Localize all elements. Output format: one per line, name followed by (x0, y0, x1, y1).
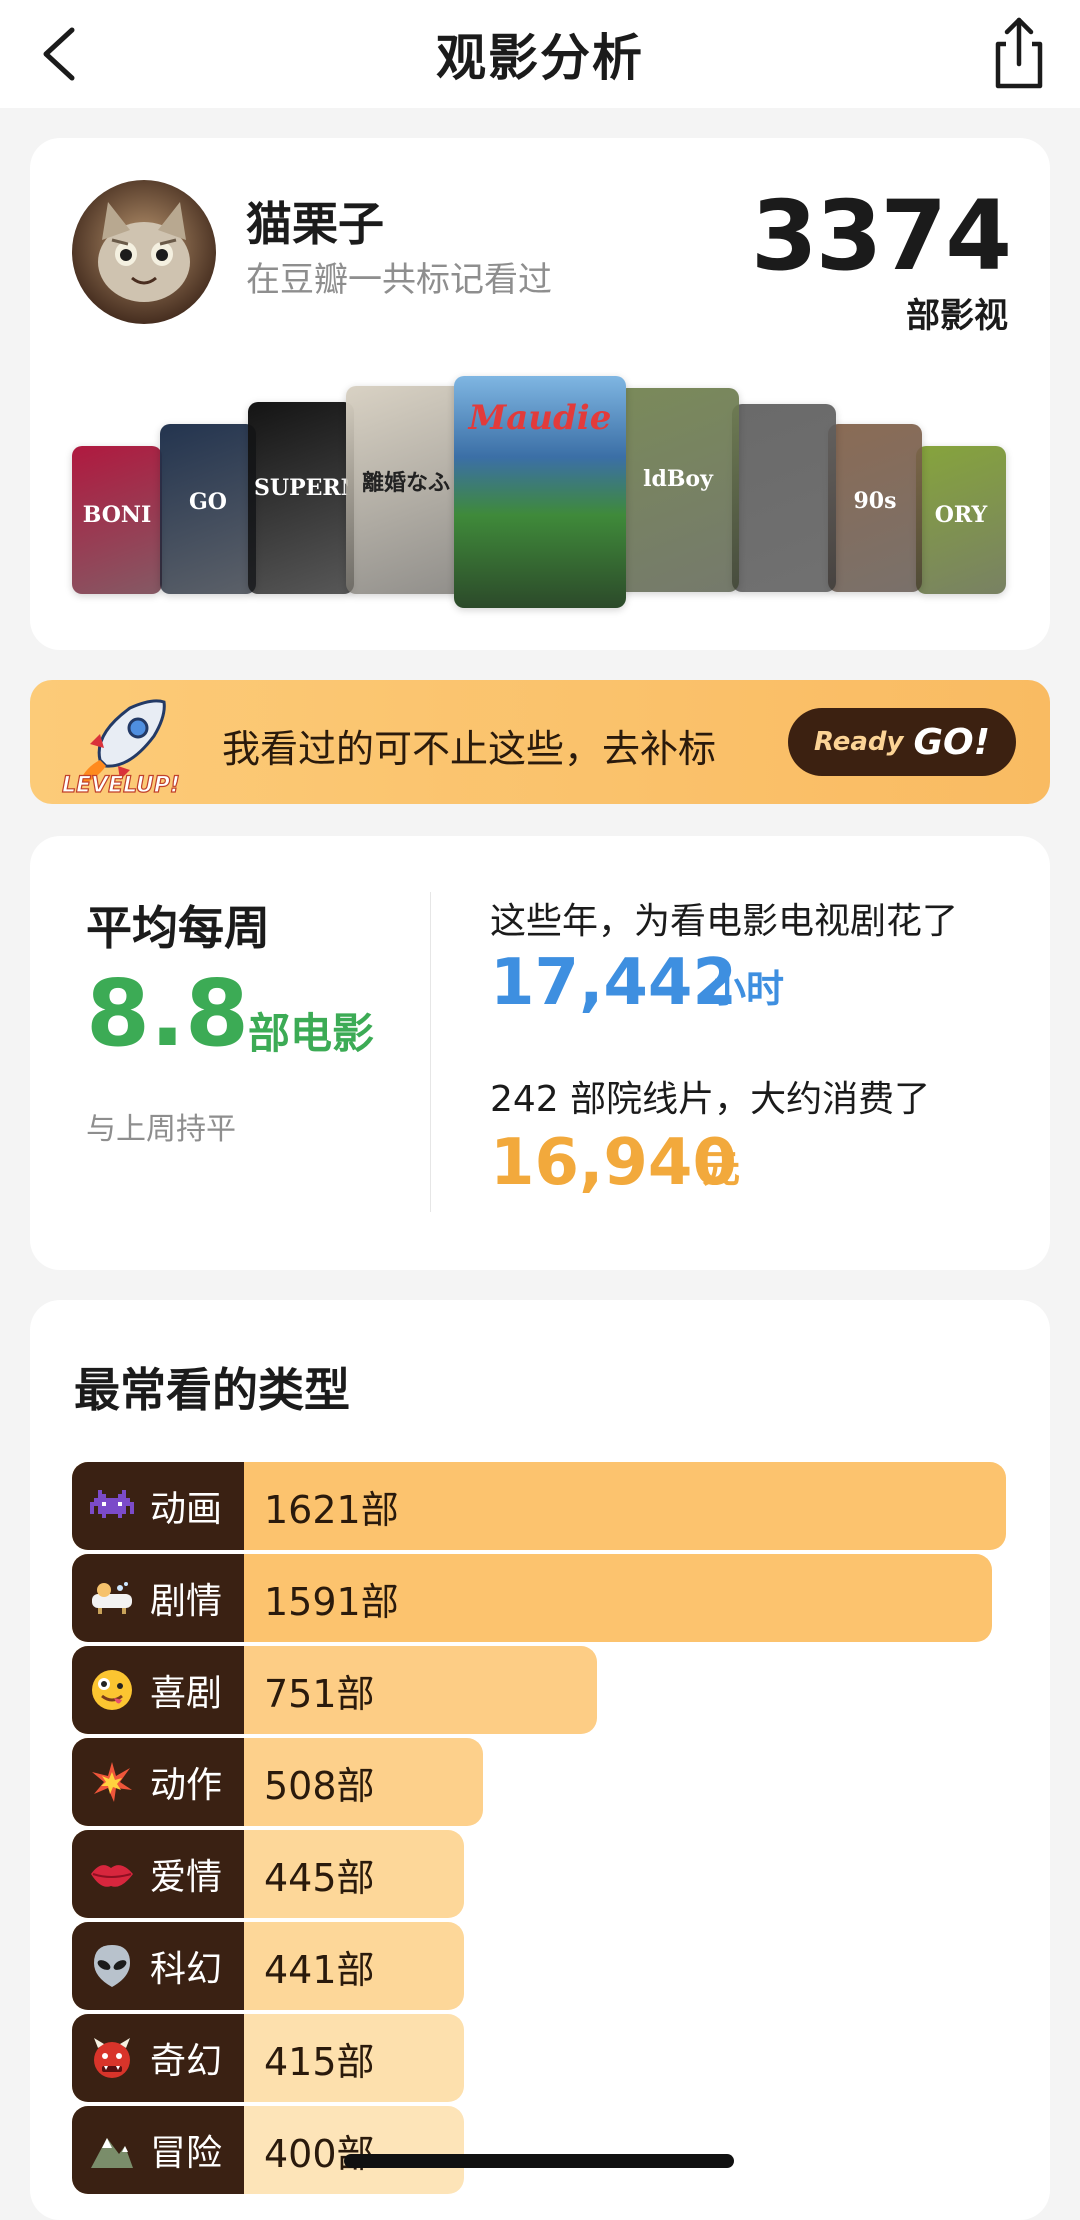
genre-count: 400部 (264, 2131, 375, 2176)
genre-bar[interactable]: 奇幻 415部 (72, 2014, 464, 2102)
poster-9[interactable]: ORY (916, 446, 1006, 594)
mountain-icon (82, 2130, 142, 2170)
rocket-icon: LEVELUP! (60, 694, 190, 799)
poster-7[interactable] (732, 404, 836, 592)
alien-icon (82, 1943, 142, 1989)
genre-bar[interactable]: 爱情 445部 (72, 1830, 464, 1918)
total-watched-unit: 部影视 (906, 296, 1008, 336)
genre-count: 441部 (264, 1947, 375, 1992)
weekly-unit: 部电影 (248, 1009, 375, 1058)
avatar[interactable] (72, 180, 216, 324)
genre-name: 喜剧 (150, 1673, 223, 1714)
genre-bar[interactable]: 剧情 1591部 (72, 1554, 992, 1642)
genre-label: 科幻 (72, 1922, 244, 2010)
genres-card: 最常看的类型 动画 1621部剧情 1591部喜剧 751部动作 508部爱情 445部科… (30, 1300, 1050, 2220)
money-unit: 元 (702, 1147, 741, 1191)
genre-count: 508部 (264, 1763, 375, 1808)
poster-title: ORY (934, 502, 988, 529)
share-icon[interactable] (984, 8, 1054, 96)
space-invader-icon (82, 1489, 142, 1523)
poster-3[interactable]: SUPERNAT (248, 402, 354, 594)
poster-stack[interactable]: BONI GO SUPERNAT 離婚なふ Maudie ldBoy 90s ORY (72, 376, 1008, 616)
poster-title: SUPERNAT (254, 474, 348, 501)
button-ready-label: Ready (813, 727, 904, 757)
genre-count: 1591部 (264, 1579, 399, 1624)
genre-label: 动画 (72, 1462, 244, 1550)
poster-title: Maudie (468, 398, 612, 438)
profile-subtitle: 在豆瓣一共标记看过 (246, 260, 552, 300)
poster-1[interactable]: BONI (72, 446, 162, 594)
genre-label: 动作 (72, 1738, 244, 1826)
weekly-compare: 与上周持平 (86, 1112, 236, 1147)
zany-face-icon (82, 1668, 142, 1712)
nav-bar: 观影分析 (0, 0, 1080, 108)
weekly-label: 平均每周 (86, 901, 270, 955)
money-value: 16,940 (490, 1126, 737, 1200)
genre-name: 剧情 (150, 1581, 223, 1622)
genre-name: 爱情 (150, 1857, 223, 1898)
hours-unit: 小时 (708, 967, 785, 1011)
genre-label: 喜剧 (72, 1646, 244, 1734)
banner-text: 我看过的可不止这些，去补标 (222, 727, 717, 771)
genre-label: 冒险 (72, 2106, 244, 2194)
poster-4[interactable]: 離婚なふ (346, 386, 466, 594)
total-watched-count: 3374 (750, 180, 1012, 292)
genre-count: 445部 (264, 1855, 375, 1900)
profile-card: 猫栗子 在豆瓣一共标记看过 3374 部影视 BONI GO SUPERNAT 離婚な… (30, 138, 1050, 650)
poster-8[interactable]: 90s (828, 424, 922, 592)
genre-bar[interactable]: 动作 508部 (72, 1738, 483, 1826)
home-indicator[interactable] (344, 2154, 734, 2168)
genre-bar[interactable]: 喜剧 751部 (72, 1646, 598, 1734)
divider (430, 892, 431, 1212)
genre-name: 奇幻 (150, 2041, 223, 2082)
poster-title: 離婚なふ (361, 470, 450, 497)
levelup-banner[interactable]: LEVELUP! 我看过的可不止这些，去补标 Ready GO! (30, 680, 1050, 804)
weekly-value: 8.8 (86, 960, 249, 1067)
genre-bar[interactable]: 冒险 400部 (72, 2106, 464, 2194)
genre-label: 爱情 (72, 1830, 244, 1918)
poster-5[interactable]: Maudie (454, 376, 626, 608)
explosion-icon (82, 1760, 142, 1804)
poster-6[interactable]: ldBoy (617, 388, 739, 592)
cinema-label: 242 部院线片，大约消费了 (490, 1079, 931, 1120)
genre-count: 415部 (264, 2039, 375, 2084)
genre-name: 动作 (150, 1765, 223, 1806)
poster-title: BONI (82, 502, 152, 529)
svg-text:LEVELUP!: LEVELUP! (62, 773, 180, 794)
genre-name: 动画 (150, 1489, 223, 1530)
genre-count: 1621部 (264, 1487, 399, 1532)
genre-bar[interactable]: 科幻 441部 (72, 1922, 464, 2010)
bathtub-icon (82, 1578, 142, 1618)
genre-name: 科幻 (150, 1949, 223, 1990)
kiss-lips-icon (82, 1856, 142, 1892)
genre-label: 剧情 (72, 1554, 244, 1642)
poster-title: 90s (853, 487, 897, 514)
poster-title: GO (189, 488, 227, 515)
hours-label: 这些年，为看电影电视剧花了 (490, 901, 959, 942)
page-title: 观影分析 (436, 29, 644, 87)
genre-label: 奇幻 (72, 2014, 244, 2102)
genre-bar[interactable]: 动画 1621部 (72, 1462, 1006, 1550)
ogre-icon (82, 2036, 142, 2080)
username: 猫栗子 (246, 197, 384, 251)
genre-name: 冒险 (150, 2133, 223, 2174)
poster-title: ldBoy (643, 465, 713, 492)
genres-title: 最常看的类型 (74, 1363, 350, 1417)
hours-value: 17,442 (490, 946, 737, 1020)
ready-go-button[interactable]: Ready GO! (788, 708, 1016, 776)
stats-card: 平均每周 8.8 部电影 与上周持平 这些年，为看电影电视剧花了 17,442 … (30, 836, 1050, 1270)
button-go-label: GO! (913, 721, 991, 763)
genre-count: 751部 (264, 1671, 375, 1716)
poster-2[interactable]: GO (160, 424, 256, 594)
